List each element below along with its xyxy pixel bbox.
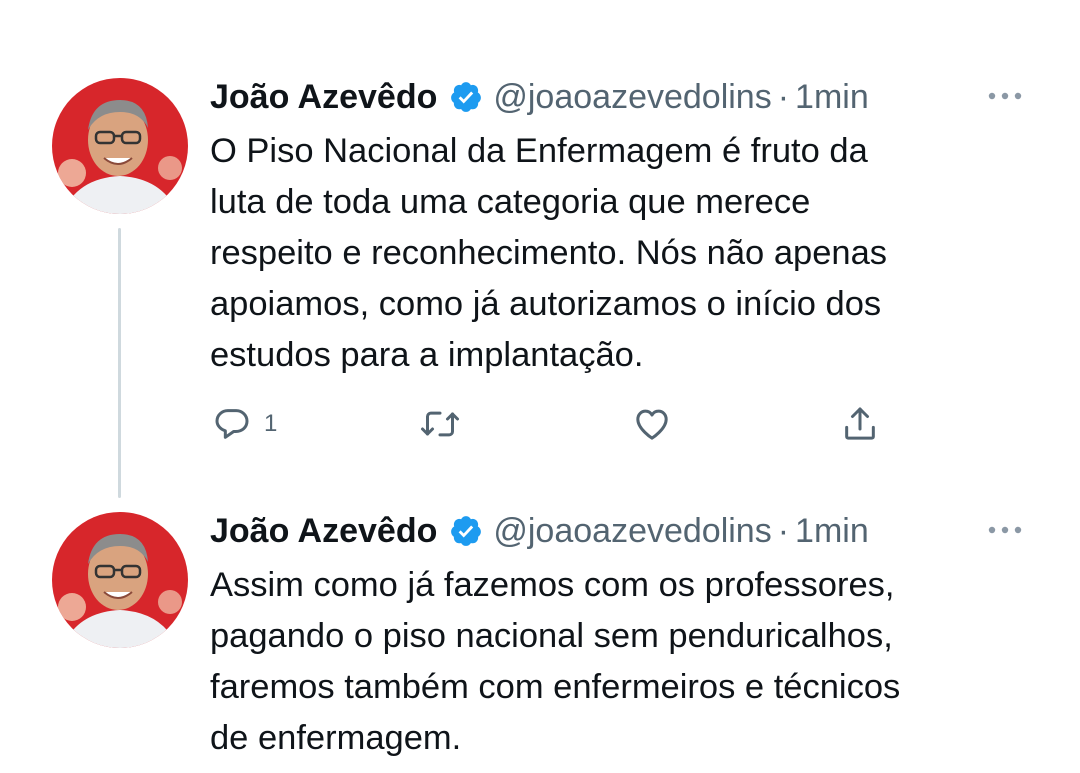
thread-connector-line [118,228,121,498]
tweet-timestamp[interactable]: 1min [795,74,869,120]
tweet-text-line: apoiamos, como já autorizamos o início d… [210,285,882,323]
tweet-header: João Azevêdo @joaoazevedolins · 1min [210,74,869,120]
author-name[interactable]: João Azevêdo [210,74,437,120]
tweet-text-line: O Piso Nacional da Enfermagem é fruto da [210,132,868,170]
more-options-icon[interactable] [986,522,1026,542]
tweet-header: João Azevêdo @joaoazevedolins · 1min [210,508,869,554]
tweet-text-line: pagando o piso nacional sem penduricalho… [210,617,893,655]
reply-button[interactable]: 1 [212,404,277,444]
reply-icon [212,404,252,444]
verified-badge-icon [449,514,483,548]
tweet-text: O Piso Nacional da Enfermagem é fruto da… [210,126,1060,381]
share-icon [840,404,880,444]
tweet-text-line: estudos para a implantação. [210,336,644,374]
tweet-text: Assim como já fazemos com os professores… [210,560,1060,764]
retweet-button[interactable] [418,404,462,444]
tweet-text-line: de enfermagem. [210,719,462,757]
tweet-timestamp[interactable]: 1min [795,508,869,554]
share-button[interactable] [840,404,880,444]
like-button[interactable] [632,404,672,444]
author-name[interactable]: João Azevêdo [210,508,437,554]
header-separator: · [777,512,790,550]
author-avatar[interactable] [52,78,188,214]
tweet-text-line: Assim como já fazemos com os professores… [210,566,895,604]
tweet-text-line: luta de toda uma categoria que merece [210,183,811,221]
more-options-icon[interactable] [986,88,1026,108]
reply-count: 1 [264,410,278,437]
retweet-icon [418,404,462,444]
like-icon [632,404,672,444]
tweet-actions: 1 [0,404,1080,444]
tweet-text-line: faremos também com enfermeiros e técnico… [210,668,901,706]
author-handle[interactable]: @joaoazevedolins [493,508,771,554]
header-separator: · [777,78,790,116]
verified-badge-icon [449,80,483,114]
author-avatar[interactable] [52,512,188,648]
author-handle[interactable]: @joaoazevedolins [493,74,771,120]
tweet-text-line: respeito e reconhecimento. Nós não apena… [210,234,888,272]
